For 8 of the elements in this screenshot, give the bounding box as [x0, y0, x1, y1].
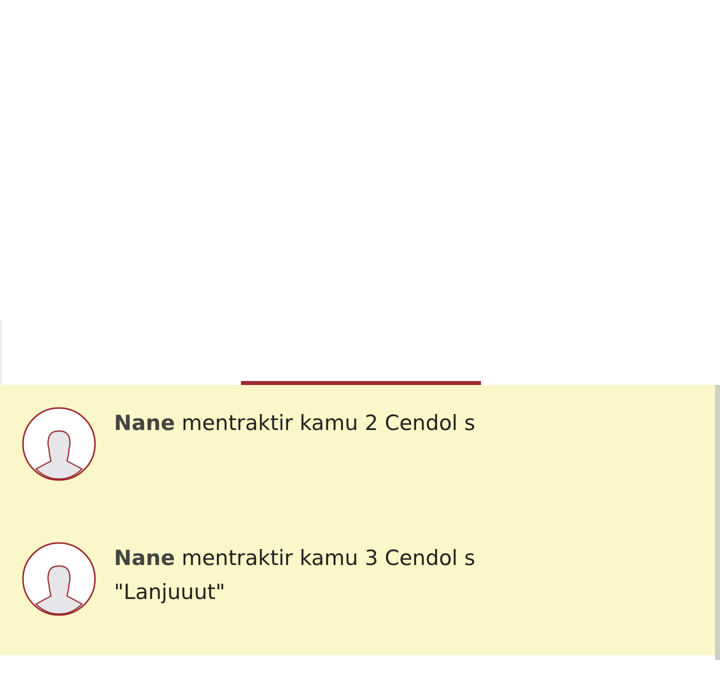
- avatar-icon: [22, 542, 96, 616]
- notification-item[interactable]: Nane mentraktir kamu 2 Cendol s: [0, 385, 715, 520]
- avatar-icon: [22, 407, 96, 481]
- scrollbar[interactable]: [715, 385, 720, 660]
- notification-item[interactable]: Nane mentraktir kamu 3 Cendol s "Lanjuuut": [0, 520, 715, 655]
- notification-text: Nane mentraktir kamu 3 Cendol s: [114, 546, 476, 570]
- notification-text: Nane mentraktir kamu 2 Cendol s: [114, 411, 476, 435]
- message-text: "Lanjuuut": [114, 580, 226, 604]
